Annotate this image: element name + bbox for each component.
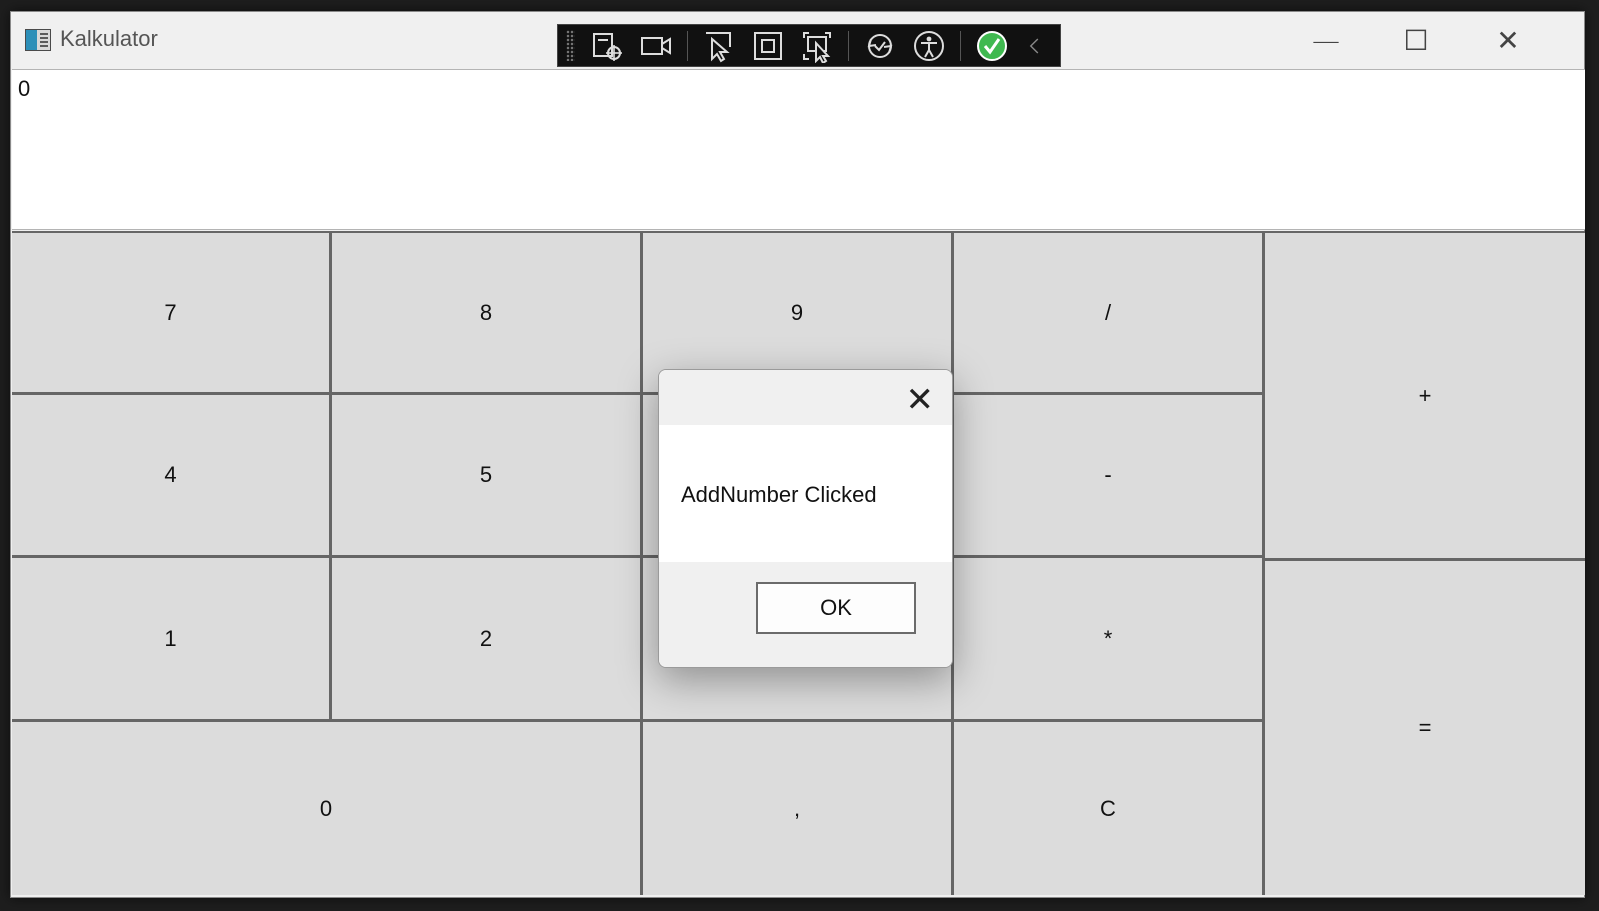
key-clear[interactable]: C	[954, 722, 1262, 895]
key-plus[interactable]: +	[1265, 233, 1585, 558]
dialog-message: AddNumber Clicked	[681, 482, 877, 507]
minimize-button[interactable]: —	[1281, 12, 1371, 69]
window-title: Kalkulator	[60, 26, 158, 51]
hot-reload-icon[interactable]	[862, 27, 898, 65]
toolbar-separator	[687, 30, 688, 61]
key-4[interactable]: 4	[12, 395, 329, 555]
key-0[interactable]: 0	[12, 722, 640, 895]
chevron-left-icon[interactable]	[1023, 27, 1047, 65]
key-comma[interactable]: ,	[643, 722, 951, 895]
calculator-app-icon	[25, 29, 51, 51]
key-minus[interactable]: -	[954, 395, 1262, 555]
dialog-close-button[interactable]: ✕	[906, 380, 935, 420]
toolbar-grip-handle[interactable]	[566, 30, 576, 61]
accessibility-icon[interactable]	[911, 27, 947, 65]
key-2[interactable]: 2	[332, 558, 640, 719]
toolbar-separator	[848, 30, 849, 61]
dialog-footer: OK	[659, 562, 952, 667]
debug-toolbar	[557, 24, 1061, 67]
ok-button[interactable]: OK	[756, 582, 916, 634]
close-button[interactable]: ✕	[1463, 12, 1553, 69]
checkmark-icon[interactable]	[974, 27, 1010, 65]
message-dialog: ✕ AddNumber Clicked OK	[658, 369, 953, 668]
toolbar-separator	[960, 30, 961, 61]
key-1[interactable]: 1	[12, 558, 329, 719]
key-8[interactable]: 8	[332, 233, 640, 392]
key-multiply[interactable]: *	[954, 558, 1262, 719]
key-7[interactable]: 7	[12, 233, 329, 392]
dialog-title-bar[interactable]: ✕	[659, 370, 952, 425]
key-5[interactable]: 5	[332, 395, 640, 555]
dialog-body: AddNumber Clicked	[659, 425, 952, 562]
element-bounds-icon[interactable]	[750, 27, 786, 65]
key-equals[interactable]: =	[1265, 561, 1585, 895]
display-value: 0	[18, 76, 31, 101]
track-focus-icon[interactable]	[799, 27, 835, 65]
key-divide[interactable]: /	[954, 233, 1262, 392]
maximize-button[interactable]: ☐	[1371, 12, 1461, 69]
select-element-icon[interactable]	[589, 27, 625, 65]
pointer-select-icon[interactable]	[701, 27, 737, 65]
title-bar[interactable]: Kalkulator — ☐ ✕	[11, 12, 1584, 69]
calculator-display[interactable]: 0	[12, 69, 1585, 230]
video-record-icon[interactable]	[638, 27, 674, 65]
